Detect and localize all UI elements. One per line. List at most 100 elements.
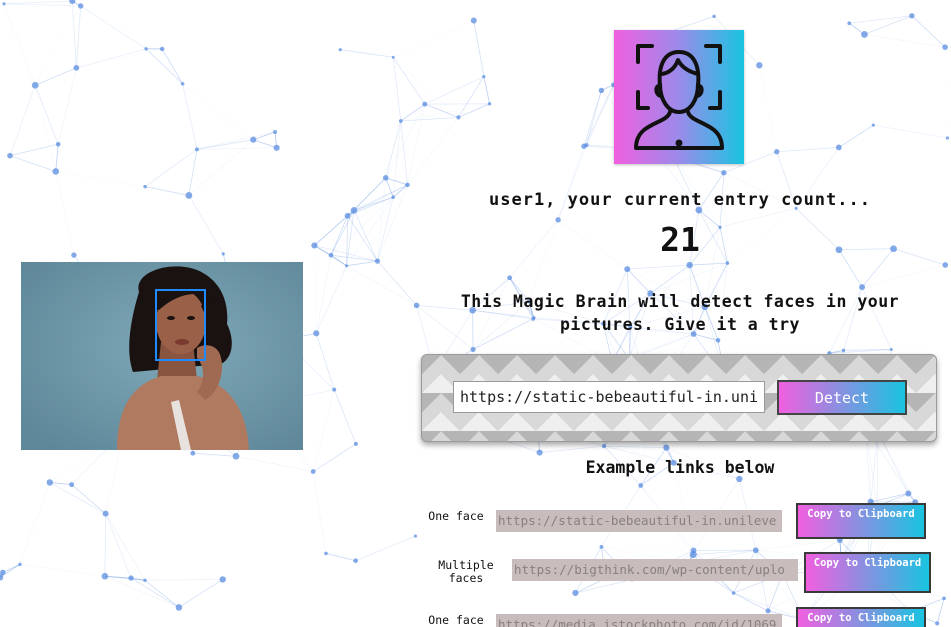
particle-node xyxy=(391,195,395,199)
particle-link xyxy=(34,85,57,172)
example-label: Multiple faces xyxy=(438,558,494,585)
particle-link xyxy=(9,85,36,156)
particle-node xyxy=(73,64,80,71)
particle-node xyxy=(190,450,196,456)
particle-link xyxy=(331,178,386,255)
entry-count-value: 21 xyxy=(660,220,700,259)
particle-node xyxy=(232,452,240,460)
examples-heading: Example links below xyxy=(585,458,775,477)
particle-node xyxy=(143,184,147,189)
particle-link xyxy=(392,56,459,118)
particle-link xyxy=(144,579,180,608)
particle-node xyxy=(2,2,6,6)
copy-to-clipboard-button[interactable]: Copy to Clipboard xyxy=(804,552,931,593)
particle-link xyxy=(392,120,402,198)
particle-link xyxy=(71,0,77,68)
particle-node xyxy=(273,130,278,135)
particle-node xyxy=(0,569,6,576)
particle-node xyxy=(273,144,280,151)
particle-link xyxy=(325,553,356,562)
particle-link xyxy=(315,255,332,334)
particle-node xyxy=(721,169,727,176)
particle-link xyxy=(326,536,415,553)
particle-node xyxy=(765,608,771,614)
particle-link xyxy=(19,563,105,577)
particle-link xyxy=(377,260,417,306)
particle-node xyxy=(638,483,644,488)
particle-link xyxy=(55,171,75,256)
particle-link xyxy=(105,513,146,581)
particle-link xyxy=(314,245,317,334)
particle-link xyxy=(56,171,145,186)
particle-link xyxy=(627,264,690,270)
particle-node xyxy=(835,144,842,151)
particle-node xyxy=(194,147,199,152)
particle-link xyxy=(57,67,77,145)
particle-node xyxy=(159,46,165,52)
particle-link xyxy=(355,535,416,562)
example-link[interactable]: https://static-bebeautiful-in.unileve xyxy=(496,510,782,532)
particle-node xyxy=(69,482,75,488)
intro-text: This Magic Brain will detect faces in yo… xyxy=(460,292,900,334)
particle-link xyxy=(49,482,106,514)
particle-link xyxy=(188,195,224,255)
particle-node xyxy=(774,149,780,155)
particle-link xyxy=(223,245,314,253)
particle-node xyxy=(102,510,109,517)
particle-link xyxy=(3,3,36,86)
particle-link xyxy=(340,50,401,121)
particle-node xyxy=(731,591,736,595)
particle-link xyxy=(76,48,163,69)
copy-to-clipboard-button[interactable]: Copy to Clipboard xyxy=(796,607,926,627)
image-url-input[interactable] xyxy=(453,381,765,413)
particle-link xyxy=(346,260,378,267)
example-link[interactable]: https://bigthink.com/wp-content/uplo xyxy=(512,559,798,581)
particle-node xyxy=(945,136,949,140)
particle-link xyxy=(861,264,946,288)
particle-node xyxy=(470,17,477,24)
particle-link xyxy=(393,20,474,58)
particle-link xyxy=(35,1,72,85)
particle-node xyxy=(942,596,946,601)
face-scan-icon xyxy=(634,44,724,150)
particle-link xyxy=(316,261,377,333)
particle-link xyxy=(178,579,223,608)
particle-node xyxy=(313,330,320,337)
particle-link xyxy=(81,6,162,49)
particle-link xyxy=(130,577,180,608)
particle-node xyxy=(482,74,486,79)
copy-to-clipboard-button[interactable]: Copy to Clipboard xyxy=(796,503,926,539)
particle-node xyxy=(353,558,358,564)
particle-link xyxy=(945,47,947,138)
image-url-form: Detect xyxy=(421,354,937,442)
particle-node xyxy=(756,62,763,69)
particle-node xyxy=(935,621,940,626)
particle-node xyxy=(413,534,418,538)
particle-link xyxy=(340,49,394,58)
particle-link xyxy=(145,186,189,196)
particle-link xyxy=(393,57,484,76)
particle-node xyxy=(345,264,349,268)
particle-node xyxy=(185,192,193,199)
particle-node xyxy=(101,572,109,580)
particle-node xyxy=(413,302,420,309)
particle-node xyxy=(599,544,604,549)
particle-node xyxy=(332,387,337,392)
example-link[interactable]: https://media.istockphoto.com/id/1069 xyxy=(496,614,782,627)
particle-node xyxy=(663,444,670,451)
particle-link xyxy=(604,445,667,449)
detect-button[interactable]: Detect xyxy=(777,380,907,415)
particle-link xyxy=(377,197,394,262)
particle-link xyxy=(483,76,491,104)
particle-link xyxy=(34,85,59,145)
particle-node xyxy=(219,576,226,583)
particle-node xyxy=(71,252,77,258)
particle-link xyxy=(755,539,840,551)
particle-node xyxy=(324,551,328,556)
particle-node xyxy=(847,21,852,26)
particle-node xyxy=(507,275,513,281)
particle-link xyxy=(2,563,21,573)
particle-link xyxy=(385,120,402,178)
particle-link xyxy=(104,513,107,577)
particle-link xyxy=(333,389,357,445)
